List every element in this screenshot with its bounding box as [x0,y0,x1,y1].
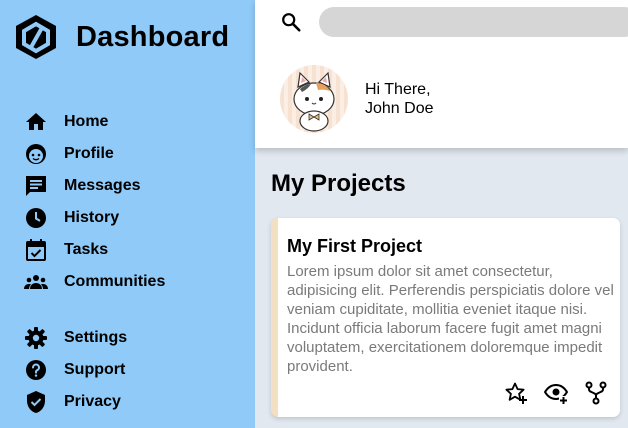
sidebar-item-communities[interactable]: Communities [24,266,165,298]
section-title: My Projects [271,170,406,197]
sidebar-item-label: Support [64,361,126,378]
sidebar-item-label: Privacy [64,393,121,410]
sidebar-item-label: Settings [64,329,128,346]
app-root: Dashboard Home Profile Messages History … [0,0,628,428]
sidebar-item-messages[interactable]: Messages [24,170,165,202]
sidebar-item-label: History [64,209,120,226]
cat-avatar-icon [280,65,348,133]
sidebar-item-profile[interactable]: Profile [24,138,165,170]
sidebar-item-privacy[interactable]: Privacy [24,386,127,418]
greeting-line: Hi There, [365,81,431,98]
app-title: Dashboard [76,21,230,53]
primary-nav: Home Profile Messages History Tasks Comm… [24,106,165,298]
sidebar-item-label: Tasks [64,241,109,258]
sidebar-item-settings[interactable]: Settings [24,322,127,354]
search-icon[interactable] [280,11,302,33]
calendar-check-icon [24,238,48,262]
sidebar: Dashboard Home Profile Messages History … [0,0,255,428]
shield-icon [24,390,48,414]
star-add-icon[interactable] [504,381,528,405]
gear-icon [24,326,48,350]
project-description: Lorem ipsum dolor sit amet consectetur, … [287,263,614,375]
help-icon [24,358,48,382]
project-actions [504,381,608,405]
sidebar-item-support[interactable]: Support [24,354,127,386]
face-icon [24,142,48,166]
sidebar-item-home[interactable]: Home [24,106,165,138]
user-name: John Doe [365,100,434,117]
sidebar-item-label: Profile [64,145,114,162]
avatar[interactable] [280,65,348,133]
fork-icon[interactable] [584,381,608,405]
project-card[interactable]: My First Project Lorem ipsum dolor sit a… [271,218,620,417]
hexagon-logo-icon [16,15,56,59]
secondary-nav: Settings Support Privacy [24,322,127,418]
project-title: My First Project [287,236,423,256]
people-icon [24,270,48,294]
greeting: Hi There, John Doe [365,80,434,118]
home-icon [24,110,48,134]
sidebar-item-label: Communities [64,273,166,290]
clock-icon [24,206,48,230]
watch-icon[interactable] [544,381,568,405]
sidebar-item-tasks[interactable]: Tasks [24,234,165,266]
top-header: Hi There, John Doe [255,0,628,148]
sidebar-item-history[interactable]: History [24,202,165,234]
chat-icon [24,174,48,198]
brand[interactable]: Dashboard [15,14,229,60]
search-input[interactable] [319,7,628,37]
sidebar-item-label: Messages [64,177,141,194]
sidebar-item-label: Home [64,113,109,130]
